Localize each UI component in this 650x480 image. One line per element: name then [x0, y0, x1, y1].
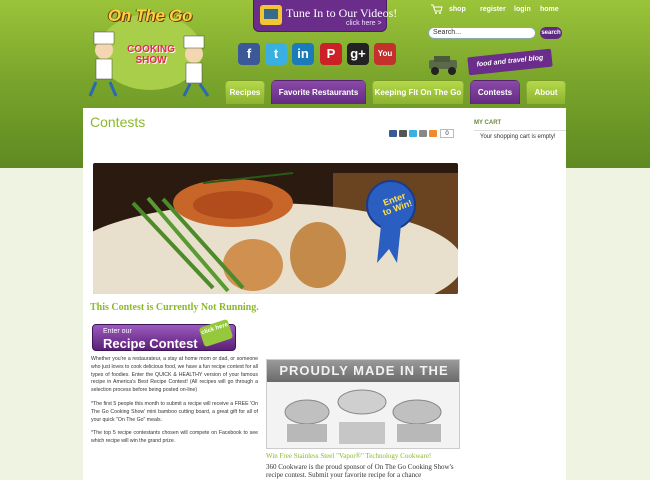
click-here-badge: click here	[198, 318, 234, 348]
page-title: Contests	[90, 114, 146, 130]
linkedin-icon[interactable]: in	[292, 43, 314, 65]
video-banner[interactable]: Tune In to Our Videos! click here >	[253, 0, 397, 32]
home-link[interactable]: home	[540, 6, 559, 13]
share-twitter-icon[interactable]	[409, 130, 417, 137]
recipe-button-big: Recipe Contest	[103, 336, 198, 351]
contest-description: Whether you're a restaurateur, a stay at…	[91, 356, 258, 452]
logo-title: On The Go	[107, 6, 193, 25]
facebook-icon[interactable]: f	[238, 43, 260, 65]
cart-empty-text: Your shopping cart is empty!	[480, 134, 556, 140]
tab-about[interactable]: About	[526, 80, 566, 104]
ad-description: 360 Cookware is the proud sponsor of On …	[266, 463, 454, 479]
search-button[interactable]: search	[540, 27, 562, 39]
logo-subtitle: COOKING SHOW	[127, 44, 175, 66]
tab-keeping-fit[interactable]: Keeping Fit On The Go	[372, 80, 464, 104]
search-input[interactable]: Search...	[428, 27, 536, 39]
video-cta[interactable]: click here >	[346, 20, 382, 27]
ad-headline: PROUDLY MADE IN THE U.S.A.	[267, 360, 459, 400]
paragraph: Whether you're a restaurateur, a stay at…	[91, 356, 258, 394]
shop-link[interactable]: shop	[449, 6, 466, 13]
share-count: 0	[440, 129, 454, 138]
twitter-icon[interactable]: t	[265, 43, 287, 65]
cookware-ad[interactable]: PROUDLY MADE IN THE U.S.A. GRAND PRIZE	[266, 359, 460, 449]
cart-heading: MY CART	[474, 120, 566, 131]
share-email-icon[interactable]	[419, 130, 427, 137]
recipe-contest-button[interactable]: Enter our Recipe Contest click here	[92, 318, 236, 351]
recipe-button-small: Enter our	[103, 328, 132, 335]
cookware-image	[267, 382, 459, 448]
hero-image	[93, 163, 458, 294]
video-title: Tune In to Our Videos!	[286, 6, 398, 20]
share-print-icon[interactable]	[399, 130, 407, 137]
jeep-icon	[429, 56, 457, 75]
ad-caption[interactable]: Win Free Stainless Steel "Vapor®" Techno…	[266, 452, 462, 460]
paragraph: *The first 5 people this month to submit…	[91, 400, 258, 423]
tab-favorite-restaurants[interactable]: Favorite Restaurants	[271, 80, 366, 104]
paragraph: *The top 5 recipe contestants chosen wil…	[91, 430, 258, 445]
pinterest-icon[interactable]: P	[320, 43, 342, 65]
youtube-icon[interactable]: You	[374, 43, 396, 65]
share-more-icon[interactable]	[429, 130, 437, 137]
tab-contests[interactable]: Contests	[470, 80, 520, 104]
share-facebook-icon[interactable]	[389, 130, 397, 137]
googleplus-icon[interactable]: g+	[347, 43, 369, 65]
login-link[interactable]: login	[514, 6, 531, 13]
contest-status: This Contest is Currently Not Running.	[90, 302, 259, 313]
register-link[interactable]: register	[480, 6, 506, 13]
tv-icon	[260, 5, 282, 25]
tab-recipes[interactable]: Recipes	[225, 80, 265, 104]
cart-icon[interactable]	[431, 4, 443, 14]
